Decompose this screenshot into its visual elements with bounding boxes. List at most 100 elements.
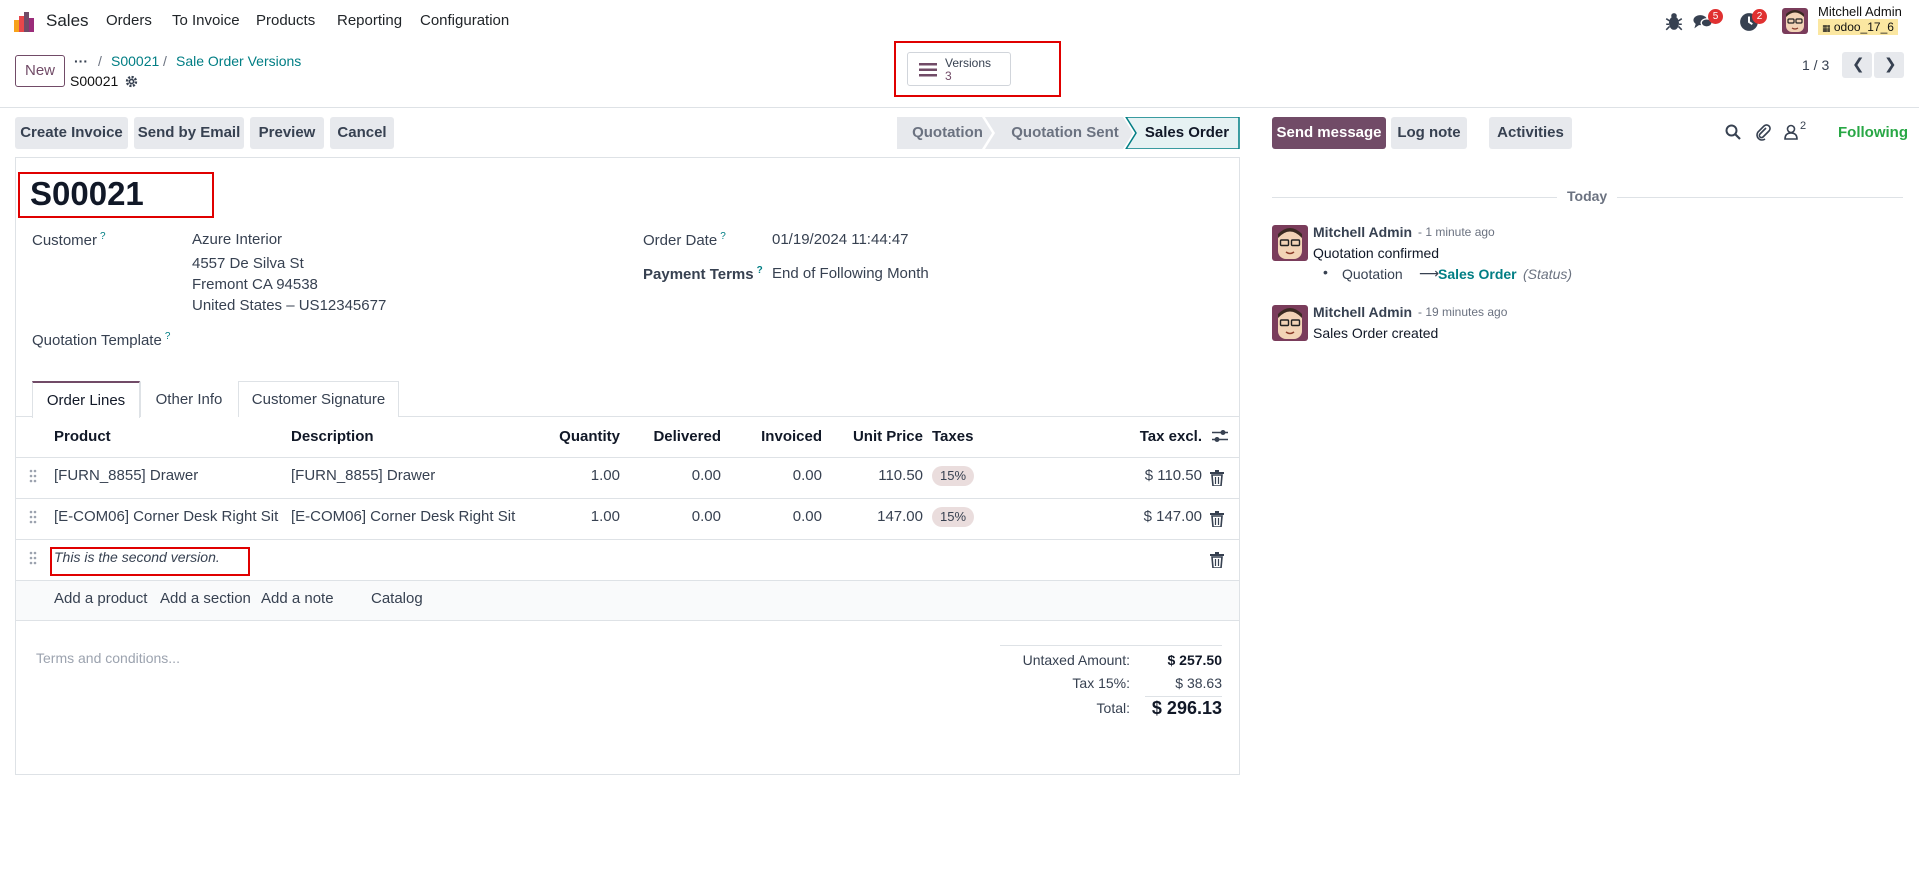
- following-status[interactable]: Following: [1838, 124, 1908, 141]
- line-subtotal: $ 110.50: [1144, 467, 1202, 484]
- log-note-button[interactable]: Log note: [1391, 117, 1467, 149]
- address-country: United States – US12345677: [192, 297, 387, 314]
- total-label: Total:: [1096, 700, 1130, 716]
- line-unit-price[interactable]: 147.00: [840, 508, 923, 525]
- menu-orders[interactable]: Orders: [106, 12, 152, 29]
- app-name[interactable]: Sales: [46, 11, 89, 31]
- trash-icon[interactable]: [1210, 511, 1224, 527]
- add-section-link[interactable]: Add a section: [160, 590, 251, 607]
- col-description[interactable]: Description: [291, 428, 374, 445]
- optional-columns-icon[interactable]: [1212, 429, 1228, 443]
- sales-app-icon[interactable]: [14, 12, 34, 32]
- trash-icon[interactable]: [1210, 552, 1224, 568]
- followers-icon[interactable]: [1784, 124, 1798, 140]
- top-navbar: Sales Orders To Invoice Products Reporti…: [0, 0, 1919, 42]
- tracking-new-value: Sales Order: [1438, 266, 1517, 282]
- line-description[interactable]: [E-COM06] Corner Desk Right Sit: [291, 508, 515, 525]
- line-tax-badge[interactable]: 15%: [932, 507, 975, 527]
- line-quantity[interactable]: 1.00: [540, 467, 620, 484]
- payment-terms-label: Payment Terms?: [643, 265, 763, 283]
- user-avatar[interactable]: [1782, 8, 1808, 34]
- message-author[interactable]: Mitchell Admin: [1313, 304, 1412, 320]
- total-divider: [1145, 696, 1222, 697]
- col-taxes[interactable]: Taxes: [932, 428, 973, 445]
- stage-quotation-sent[interactable]: Quotation Sent: [1000, 117, 1130, 149]
- payment-terms-value[interactable]: End of Following Month: [772, 265, 929, 282]
- line-tax-badge[interactable]: 15%: [932, 466, 975, 486]
- tab-customer-signature[interactable]: Customer Signature: [238, 381, 399, 417]
- line-quantity[interactable]: 1.00: [540, 508, 620, 525]
- trash-icon[interactable]: [1210, 470, 1224, 486]
- gear-icon[interactable]: [125, 75, 138, 88]
- send-message-button[interactable]: Send message: [1272, 117, 1386, 149]
- create-invoice-button[interactable]: Create Invoice: [15, 117, 128, 149]
- preview-button[interactable]: Preview: [250, 117, 324, 149]
- line-delivered[interactable]: 0.00: [640, 467, 721, 484]
- stage-quotation[interactable]: Quotation: [900, 117, 995, 149]
- header-divider: [15, 457, 1240, 458]
- col-tax-excl[interactable]: Tax excl.: [1100, 428, 1202, 445]
- col-invoiced[interactable]: Invoiced: [740, 428, 822, 445]
- control-panel: New ··· / S00021 / Sale Order Versions S…: [0, 41, 1919, 108]
- col-unit-price[interactable]: Unit Price: [840, 428, 923, 445]
- database-badge: ▦ odoo_17_6: [1818, 19, 1898, 35]
- col-quantity[interactable]: Quantity: [540, 428, 620, 445]
- tracking-field: (Status): [1523, 266, 1573, 282]
- customer-link[interactable]: Azure Interior: [192, 231, 282, 248]
- totals-top-divider: [1000, 645, 1222, 646]
- new-button[interactable]: New: [15, 55, 65, 87]
- drag-handle-icon[interactable]: [29, 510, 37, 524]
- send-by-email-button[interactable]: Send by Email: [134, 117, 244, 149]
- customer-label: Customer?: [32, 231, 106, 249]
- line-delivered[interactable]: 0.00: [640, 508, 721, 525]
- pager-previous-button[interactable]: ❮: [1842, 52, 1872, 78]
- tab-other-info[interactable]: Other Info: [140, 381, 238, 417]
- pager-value[interactable]: 1 / 3: [1802, 57, 1829, 73]
- tab-order-lines[interactable]: Order Lines: [32, 381, 140, 418]
- user-name[interactable]: Mitchell Admin: [1818, 4, 1902, 19]
- line-description[interactable]: [FURN_8855] Drawer: [291, 467, 435, 484]
- table-bottom-divider: [15, 620, 1240, 621]
- cancel-button[interactable]: Cancel: [330, 117, 394, 149]
- breadcrumb-more[interactable]: ···: [74, 53, 88, 69]
- col-product[interactable]: Product: [54, 428, 111, 445]
- line-product[interactable]: [E-COM06] Corner Desk Right Sit: [54, 508, 278, 525]
- menu-products[interactable]: Products: [256, 12, 315, 29]
- database-icon: ▦: [1822, 23, 1831, 33]
- add-note-link[interactable]: Add a note: [261, 590, 334, 607]
- messages-badge: 5: [1708, 9, 1723, 24]
- total-value: $ 296.13: [1151, 698, 1222, 718]
- author-avatar[interactable]: [1272, 225, 1308, 261]
- col-delivered[interactable]: Delivered: [640, 428, 721, 445]
- drag-handle-icon[interactable]: [29, 551, 37, 565]
- line-subtotal: $ 147.00: [1143, 508, 1202, 525]
- menu-to-invoice[interactable]: To Invoice: [172, 12, 240, 29]
- menu-reporting[interactable]: Reporting: [337, 12, 402, 29]
- activities-button[interactable]: Activities: [1489, 117, 1572, 149]
- line-product[interactable]: [FURN_8855] Drawer: [54, 467, 198, 484]
- drag-handle-icon[interactable]: [29, 469, 37, 483]
- breadcrumb-separator: /: [163, 53, 167, 69]
- order-date-value[interactable]: 01/19/2024 11:44:47: [772, 231, 909, 248]
- breadcrumb-versions[interactable]: Sale Order Versions: [176, 53, 301, 69]
- pager-next-button[interactable]: ❯: [1874, 52, 1904, 78]
- stage-sales-order[interactable]: Sales Order: [1137, 117, 1237, 149]
- line-unit-price[interactable]: 110.50: [840, 467, 923, 484]
- order-date-label: Order Date?: [643, 231, 726, 249]
- message-time: - 19 minutes ago: [1418, 305, 1508, 319]
- tax-label: Tax 15%:: [1072, 675, 1130, 691]
- address-city: Fremont CA 94538: [192, 276, 318, 293]
- highlight-note: [50, 547, 250, 576]
- untaxed-label: Untaxed Amount:: [1022, 652, 1130, 668]
- menu-configuration[interactable]: Configuration: [420, 12, 509, 29]
- terms-input[interactable]: Terms and conditions...: [36, 650, 180, 666]
- paperclip-icon[interactable]: [1755, 123, 1771, 141]
- message-body: Sales Order created: [1313, 325, 1439, 341]
- breadcrumb-order[interactable]: S00021: [111, 53, 159, 69]
- message-author[interactable]: Mitchell Admin: [1313, 224, 1412, 240]
- catalog-link[interactable]: Catalog: [371, 590, 423, 607]
- search-icon[interactable]: [1725, 124, 1741, 140]
- bug-icon[interactable]: [1664, 12, 1684, 32]
- add-product-link[interactable]: Add a product: [54, 590, 147, 607]
- author-avatar[interactable]: [1272, 305, 1308, 341]
